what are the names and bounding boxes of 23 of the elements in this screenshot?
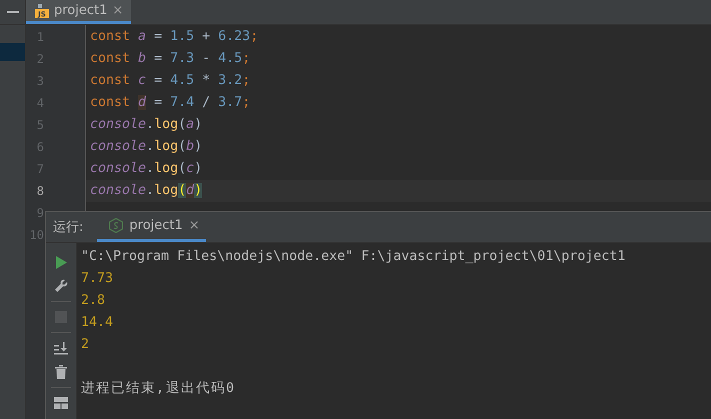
code-line: const a = 1.5 + 6.23; [89, 28, 260, 46]
line-number: 8 [36, 183, 44, 200]
code-line: const d = 7.4 / 3.7; [89, 94, 252, 112]
console-output: 2.8 [81, 292, 106, 310]
trash-icon [55, 365, 67, 379]
code-line: console.log(c) [89, 160, 204, 178]
minimize-icon[interactable] [6, 11, 18, 13]
run-tab[interactable]: project1 × [97, 212, 206, 242]
code-line: console.log(b) [89, 138, 204, 156]
hexagon-icon [109, 218, 124, 233]
code-line: const b = 7.3 - 4.5; [89, 50, 252, 68]
code-line: const c = 4.5 * 3.2; [89, 72, 252, 90]
console-output: 14.4 [81, 314, 114, 332]
panel-label: 运行: [53, 219, 84, 236]
console-command: "C:\Program Files\nodejs\node.exe" F:\javascript_project\01\project1 [81, 248, 626, 266]
scroll-to-end-icon [54, 342, 68, 354]
console-output: 7.73 [81, 270, 114, 288]
code-line: console.log(a) [89, 116, 204, 134]
layout-icon [54, 397, 68, 409]
console-output: 2 [81, 336, 90, 354]
wrench-icon [54, 279, 68, 293]
console-status: 进程已结束,退出代码0 [81, 380, 238, 398]
run-icon [55, 256, 67, 268]
